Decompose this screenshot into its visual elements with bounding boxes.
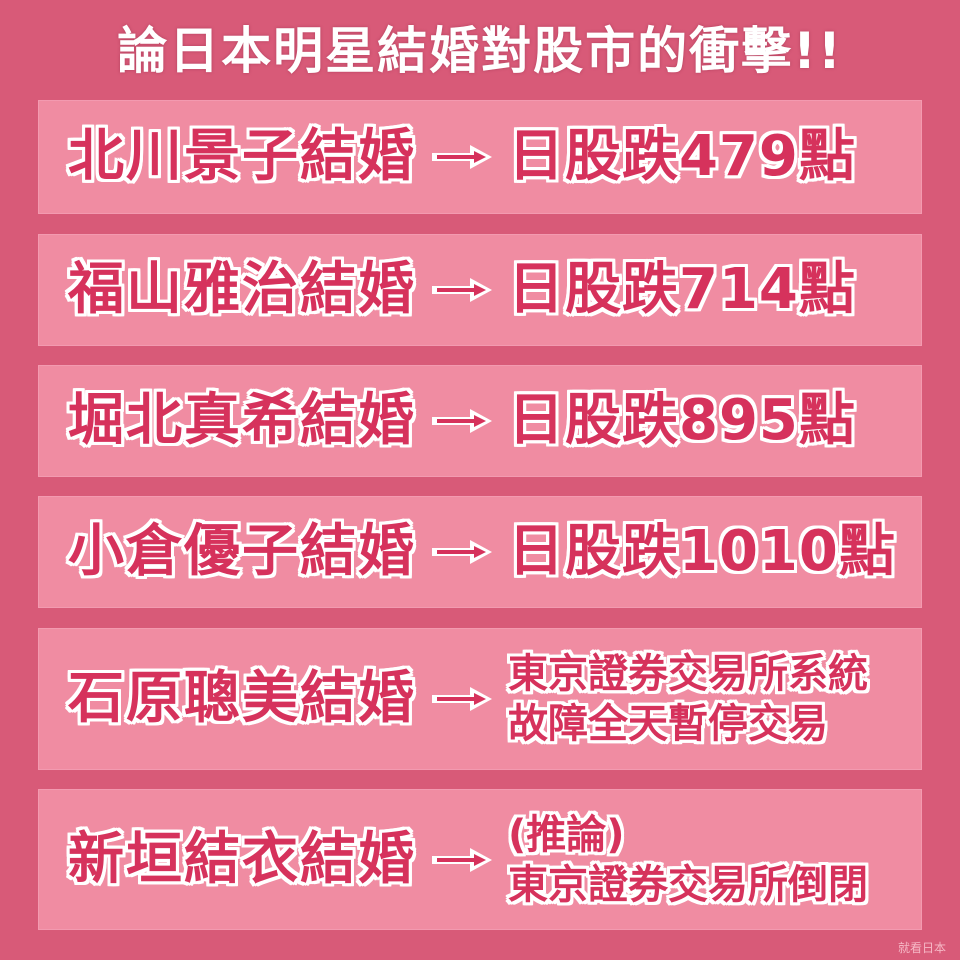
effect-text: (推論) 東京證券交易所倒閉	[508, 810, 868, 910]
watermark: 就看日本	[897, 941, 946, 955]
effect-text: 日股跌895點	[508, 388, 856, 453]
list-item: 石原聰美結婚 東京證券交易所系統 故障全天暫停交易	[38, 628, 922, 770]
effect-line: 東京證券交易所系統	[508, 651, 868, 697]
cause-text: 北川景子結婚	[68, 124, 416, 189]
list-item: 小倉優子結婚 日股跌1010點	[38, 496, 922, 608]
page-title: 論日本明星結婚對股市的衝擊!!	[117, 22, 843, 80]
right-arrow-icon	[432, 278, 492, 302]
list-item: 堀北真希結婚 日股跌895點	[38, 365, 922, 477]
right-arrow-icon	[432, 847, 492, 872]
cause-text: 石原聰美結婚	[68, 666, 416, 731]
cause-text: 福山雅治結婚	[68, 257, 416, 322]
list-item: 福山雅治結婚 日股跌714點	[38, 234, 922, 346]
effect-line: 故障全天暫停交易	[508, 701, 828, 747]
effect-text: 日股跌714點	[508, 257, 856, 322]
cause-text: 小倉優子結婚	[68, 519, 416, 584]
effect-text: 東京證券交易所系統 故障全天暫停交易	[508, 649, 868, 749]
cause-text: 堀北真希結婚	[68, 388, 416, 453]
right-arrow-icon	[432, 540, 492, 564]
right-arrow-icon	[432, 145, 492, 169]
effect-line: (推論)	[508, 811, 625, 858]
right-arrow-icon	[432, 409, 492, 433]
effect-line: 東京證券交易所倒閉	[508, 861, 868, 908]
right-arrow-icon	[432, 687, 492, 711]
list-item: 北川景子結婚 日股跌479點	[38, 100, 922, 214]
list-item: 新垣結衣結婚 (推論) 東京證券交易所倒閉	[38, 789, 922, 930]
effect-text: 日股跌479點	[508, 124, 856, 189]
effect-text: 日股跌1010點	[508, 519, 896, 584]
cause-text: 新垣結衣結婚	[68, 826, 416, 892]
